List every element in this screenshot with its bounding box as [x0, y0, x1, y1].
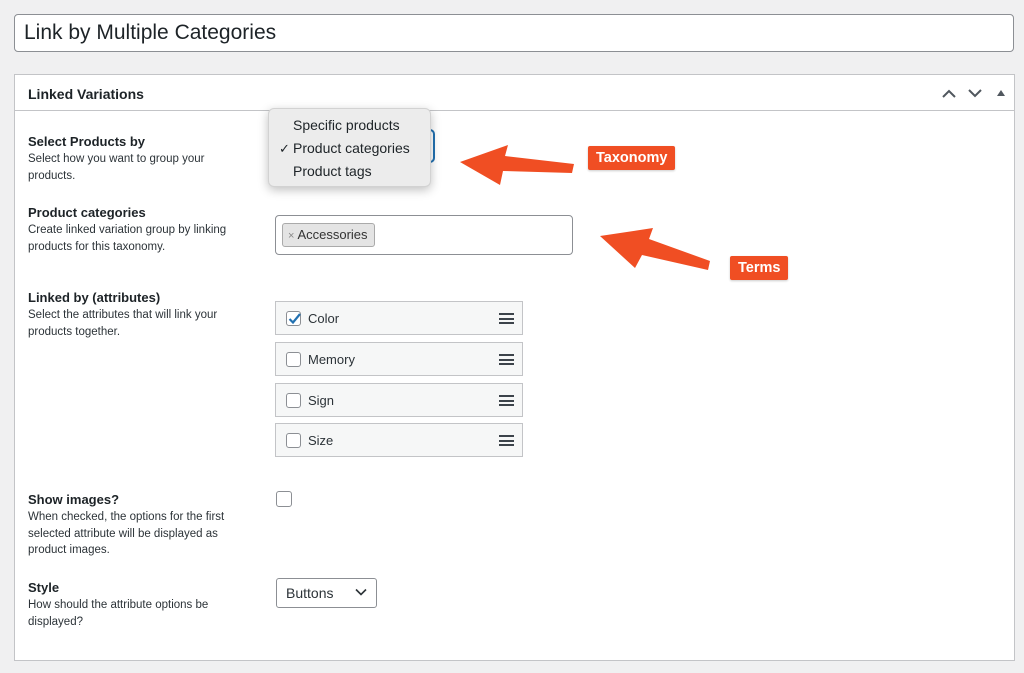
attribute-label: Color [308, 311, 340, 326]
token-label: Accessories [297, 227, 368, 242]
menu-item-label: Product tags [293, 163, 372, 179]
menu-item-label: Product categories [293, 140, 410, 156]
attribute-row-size[interactable]: Size [275, 423, 523, 457]
move-down-icon [968, 88, 982, 97]
attribute-label: Size [308, 433, 334, 448]
attribute-checkbox[interactable] [286, 393, 301, 408]
title-input[interactable]: Link by Multiple Categories [14, 14, 1014, 52]
product-categories-description: Create linked variation group by linking… [28, 224, 227, 253]
show-images-checkbox[interactable] [276, 491, 292, 507]
show-images-label: Show images? [28, 492, 120, 507]
move-up-icon [942, 89, 956, 98]
menu-item-product-tags[interactable]: Product tags [269, 160, 430, 183]
terms-annotation: Terms [730, 256, 789, 280]
menu-item-label: Specific products [293, 117, 400, 133]
category-token: × Accessories [282, 223, 375, 247]
linked-by-description: Select the attributes that will link you… [28, 309, 218, 338]
remove-token-icon[interactable]: × [288, 230, 294, 242]
drag-handle-icon[interactable] [499, 395, 514, 406]
move-down-button[interactable] [963, 81, 987, 105]
menu-item-product-categories[interactable]: ✓ Product categories [269, 137, 430, 160]
attribute-checkbox[interactable] [286, 311, 301, 326]
drag-handle-icon[interactable] [499, 354, 514, 365]
linked-by-label: Linked by (attributes) [28, 290, 161, 305]
taxonomy-annotation: Taxonomy [588, 146, 676, 170]
product-categories-input[interactable]: × Accessories [275, 215, 573, 255]
drag-handle-icon[interactable] [499, 435, 514, 446]
linked-variations-panel: Linked Variations Select Products by Sel… [14, 74, 1015, 661]
attribute-checkbox[interactable] [286, 433, 301, 448]
product-categories-label: Product categories [28, 205, 146, 220]
attribute-checkbox[interactable] [286, 352, 301, 367]
attribute-row-sign[interactable]: Sign [275, 383, 523, 417]
select-products-label: Select Products by [28, 134, 146, 149]
panel-header: Linked Variations [15, 75, 1014, 111]
style-select-value: Buttons [286, 585, 334, 601]
panel-title: Linked Variations [28, 86, 144, 102]
select-products-description: Select how you want to group your produc… [28, 153, 205, 182]
chevron-down-icon [355, 588, 367, 596]
checkmark-icon [288, 313, 301, 325]
toggle-panel-icon [997, 90, 1005, 96]
attribute-row-color[interactable]: Color [275, 301, 523, 335]
menu-item-specific-products[interactable]: Specific products [269, 114, 430, 137]
toggle-panel-button[interactable] [989, 81, 1013, 105]
select-products-menu: Specific products ✓ Product categories P… [268, 108, 431, 187]
style-select[interactable]: Buttons [276, 578, 377, 608]
check-icon: ✓ [279, 141, 290, 156]
move-up-button[interactable] [937, 81, 961, 105]
drag-handle-icon[interactable] [499, 313, 514, 324]
attribute-label: Sign [308, 393, 335, 408]
attribute-label: Memory [308, 352, 355, 367]
show-images-description: When checked, the options for the first … [28, 511, 225, 556]
style-description: How should the attribute options be disp… [28, 599, 209, 628]
attribute-row-memory[interactable]: Memory [275, 342, 523, 376]
style-label: Style [28, 580, 60, 595]
